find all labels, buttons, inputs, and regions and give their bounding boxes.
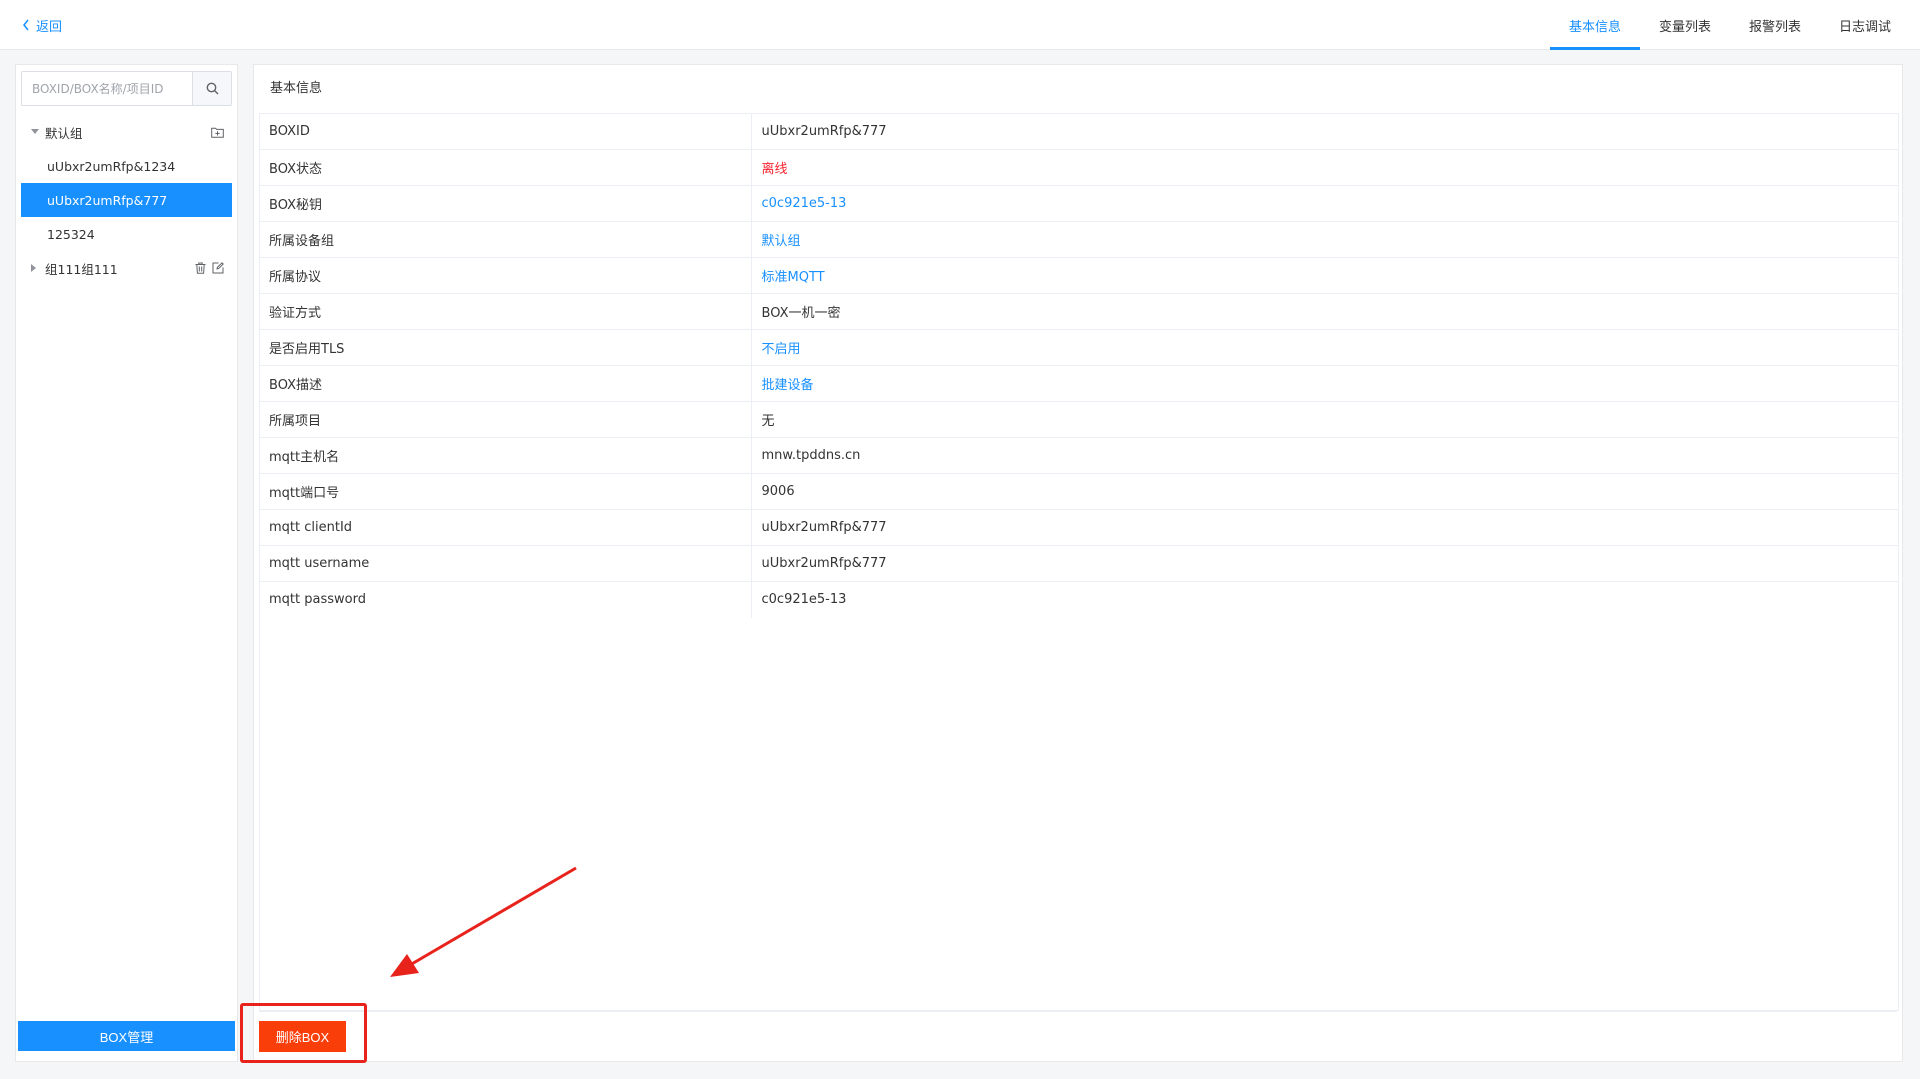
tree-group-label: 组111组111 [45,261,118,277]
field-value-link[interactable]: 不启用 [751,329,1899,366]
field-value: uUbxr2umRfp&777 [751,509,1899,546]
tab-label: 日志调试 [1838,19,1891,35]
field-value: uUbxr2umRfp&777 [751,545,1899,582]
sidebar: 默认组 uUbxr2umRfp&1234 uUbxr2umRfp&777 125… [15,64,238,1062]
tab-label: 报警列表 [1748,19,1801,35]
table-row: mqtt端口号 9006 [259,473,1899,510]
table-row: mqtt clientId uUbxr2umRfp&777 [259,509,1899,546]
table-row: BOX状态 离线 [259,149,1899,186]
search-input[interactable] [22,72,192,105]
field-key: mqtt clientId [259,509,752,546]
back-label: 返回 [36,19,63,35]
top-bar: 返回 基本信息 变量列表 报警列表 日志调试 [0,0,1920,50]
row-actions [195,251,224,285]
table-row: 所属设备组 默认组 [259,221,1899,258]
field-key: BOX秘钥 [259,185,752,222]
table-row: 验证方式 BOX一机一密 [259,293,1899,330]
field-key: 所属设备组 [259,221,752,258]
tree-item-label: uUbxr2umRfp&777 [47,192,168,208]
field-key: 所属协议 [259,257,752,294]
chevron-left-icon [23,19,29,31]
field-key: mqtt端口号 [259,473,752,510]
section-title: 基本信息 [270,81,323,96]
field-value-link[interactable]: 默认组 [751,221,1899,258]
footer-divider [259,1011,1897,1012]
tree-item-label: 125324 [47,226,95,242]
field-key: BOX状态 [259,149,752,186]
tab-log-debug[interactable]: 日志调试 [1820,0,1910,50]
field-key: 是否启用TLS [259,329,752,366]
table-row: mqtt username uUbxr2umRfp&777 [259,545,1899,582]
tree-item-label: uUbxr2umRfp&1234 [47,158,176,174]
add-folder-icon[interactable] [211,127,224,138]
table-row: BOXID uUbxr2umRfp&777 [259,113,1899,150]
field-key: mqtt password [259,581,752,618]
tab-label: 基本信息 [1568,19,1621,35]
field-key: 验证方式 [259,293,752,330]
tree-group-default[interactable]: 默认组 [21,115,232,149]
field-value: mnw.tpddns.cn [751,437,1899,474]
table-row: 所属协议 标准MQTT [259,257,1899,294]
edit-icon[interactable] [212,262,224,274]
table-row: mqtt password c0c921e5-13 [259,581,1899,618]
tab-variable-list[interactable]: 变量列表 [1640,0,1730,50]
field-value: BOX一机一密 [751,293,1899,330]
table-row: 是否启用TLS 不启用 [259,329,1899,366]
tree-item-box[interactable]: uUbxr2umRfp&1234 [21,149,232,183]
field-value: 无 [751,401,1899,438]
field-value: 9006 [751,473,1899,510]
search-box [21,71,232,106]
field-value: uUbxr2umRfp&777 [751,113,1899,150]
field-value-link[interactable]: 标准MQTT [751,257,1899,294]
tree-group-label: 默认组 [45,125,83,141]
search-button[interactable] [192,72,231,105]
table-row: BOX秘钥 c0c921e5-13 [259,185,1899,222]
field-value: c0c921e5-13 [761,592,847,608]
box-manage-button[interactable]: BOX管理 [18,1021,235,1051]
tree-item-box[interactable]: 125324 [21,217,232,251]
field-key: mqtt主机名 [259,437,752,474]
table-row: 所属项目无 [259,401,1899,438]
box-tree: 默认组 uUbxr2umRfp&1234 uUbxr2umRfp&777 125… [21,115,232,285]
back-link[interactable]: 返回 [22,15,62,35]
field-key: BOX描述 [259,365,752,402]
field-key: 所属项目 [259,401,752,438]
trash-icon[interactable] [195,262,206,274]
field-key: mqtt username [259,545,752,582]
tree-item-box-selected[interactable]: uUbxr2umRfp&777 [21,183,232,217]
table-row: mqtt主机名 mnw.tpddns.cn [259,437,1899,474]
main-panel: 基本信息 BOXID uUbxr2umRfp&777 BOX状态 离线 BOX秘钥 c… [253,64,1903,1062]
delete-box-button[interactable]: 删除BOX [259,1021,346,1052]
tree-group-111[interactable]: 组111组111 [21,251,232,285]
field-key: BOXID [259,113,752,150]
status-value: 离线 [751,149,1899,186]
tab-bar: 基本信息 变量列表 报警列表 日志调试 [1550,0,1910,50]
tab-label: 变量列表 [1658,19,1711,35]
info-table: BOXID uUbxr2umRfp&777 BOX状态 离线 BOX秘钥 c0c921… [259,113,1899,618]
row-actions [211,115,224,149]
caret-right-icon[interactable] [31,264,45,272]
search-icon [206,82,218,95]
field-value-link[interactable]: c0c921e5-13 [751,185,1899,222]
tab-basic-info[interactable]: 基本信息 [1550,0,1640,50]
tab-alarm-list[interactable]: 报警列表 [1730,0,1820,50]
table-row: BOX描述 批建设备 [259,365,1899,402]
field-value-link[interactable]: 批建设备 [751,365,1899,402]
caret-down-icon[interactable] [31,129,45,135]
